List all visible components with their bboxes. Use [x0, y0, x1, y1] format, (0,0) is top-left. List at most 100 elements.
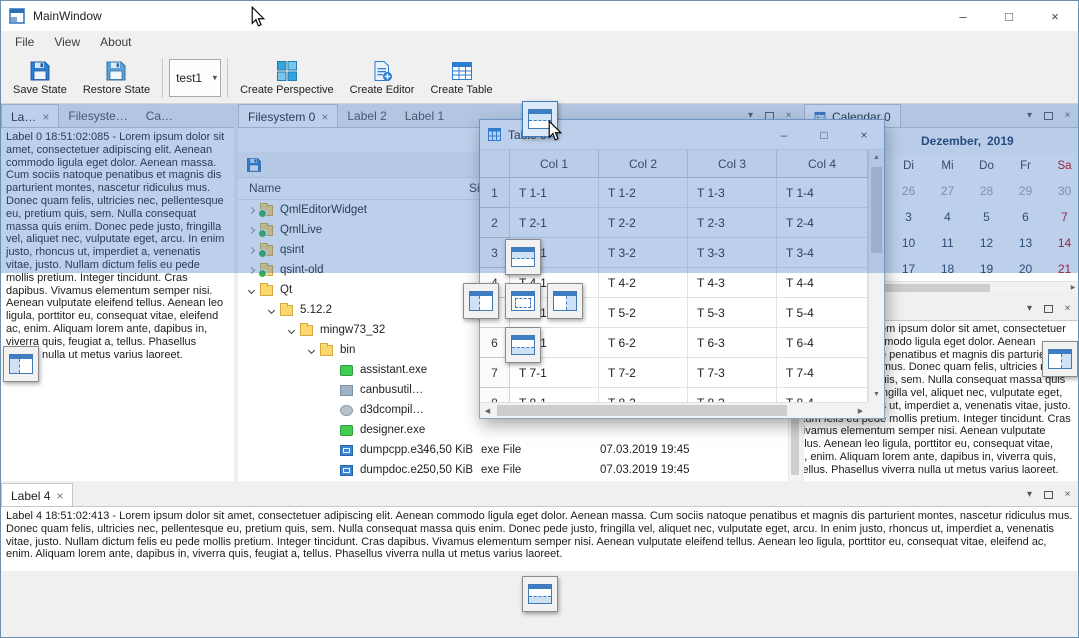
tab-close-icon[interactable]: × [42, 111, 49, 123]
calendar-day[interactable]: 29 [1006, 178, 1045, 204]
tab-filesystem-1[interactable]: Filesyste… [59, 104, 136, 127]
dock-close-button[interactable]: × [1058, 106, 1077, 125]
create-table-button[interactable]: Create Table [422, 55, 500, 101]
perspective-combobox[interactable]: test1 ▾ [169, 59, 221, 97]
table-horizontal-scrollbar[interactable]: ◀ ▶ [480, 402, 868, 418]
table-cell[interactable]: T 1-3 [688, 178, 777, 208]
scrollbar-thumb[interactable] [871, 167, 882, 253]
expand-icon[interactable] [244, 223, 258, 237]
table-cell[interactable]: T 5-3 [688, 298, 777, 328]
table-cell[interactable]: T 8-3 [688, 388, 777, 402]
tab-close-icon[interactable]: × [56, 490, 63, 502]
scroll-down-icon[interactable]: ▼ [869, 387, 884, 402]
drop-indicator-area-bottom[interactable] [505, 327, 541, 363]
table-cell[interactable]: T 1-1 [510, 178, 599, 208]
table-cell[interactable]: T 8-1 [510, 388, 599, 402]
table-cell[interactable]: T 5-2 [599, 298, 688, 328]
calendar-day[interactable]: 21 [1045, 256, 1079, 282]
scroll-left-icon[interactable]: ◀ [480, 403, 495, 418]
calendar-day[interactable]: 30 [1045, 178, 1079, 204]
dock-float-button[interactable] [1039, 106, 1058, 125]
minimize-button[interactable]: – [940, 1, 986, 31]
collapse-icon[interactable] [264, 303, 278, 317]
save-state-button[interactable]: Save State [5, 55, 75, 101]
calendar-day[interactable]: 20 [1006, 256, 1045, 282]
calendar-day[interactable]: 19 [967, 256, 1006, 282]
dock-menu-button[interactable]: ▾ [1020, 299, 1039, 318]
dock-float-button[interactable] [1039, 299, 1058, 318]
calendar-day[interactable]: 11 [928, 230, 967, 256]
tab-label-4[interactable]: Label 4 × [1, 483, 73, 507]
drop-indicator-window-top[interactable] [522, 101, 558, 137]
table-cell[interactable]: T 1-2 [599, 178, 688, 208]
collapse-icon[interactable] [244, 283, 258, 297]
expand-icon[interactable] [244, 203, 258, 217]
expand-icon[interactable] [244, 243, 258, 257]
close-button[interactable]: × [1032, 1, 1078, 31]
scroll-right-icon[interactable]: ▶ [853, 403, 868, 418]
calendar-day[interactable]: 7 [1045, 204, 1079, 230]
calendar-day[interactable]: 12 [967, 230, 1006, 256]
table-cell[interactable]: T 7-4 [777, 358, 868, 388]
table-cell[interactable]: T 2-3 [688, 208, 777, 238]
table-cell[interactable]: T 7-2 [599, 358, 688, 388]
column-header[interactable]: Col 2 [599, 150, 688, 178]
float-maximize-button[interactable]: □ [804, 120, 844, 149]
menu-about[interactable]: About [90, 32, 141, 52]
tree-row[interactable]: fixqt4head…6,37 KiBpl File07.03.2019 19:… [238, 480, 788, 481]
dock-menu-button[interactable]: ▾ [1020, 485, 1039, 504]
drop-indicator-window-left[interactable] [3, 346, 39, 382]
calendar-year-button[interactable]: 2019 [987, 128, 1014, 154]
table-cell[interactable]: T 4-3 [688, 268, 777, 298]
table-cell[interactable]: T 1-4 [777, 178, 868, 208]
row-header[interactable]: 8 [480, 388, 510, 402]
column-header[interactable]: Col 1 [510, 150, 599, 178]
calendar-day[interactable]: 14 [1045, 230, 1079, 256]
tab-label-2[interactable]: Label 2 [338, 104, 395, 127]
calendar-month-button[interactable]: Dezember, [921, 128, 981, 154]
scroll-up-icon[interactable]: ▲ [869, 150, 884, 165]
expand-icon[interactable] [244, 263, 258, 277]
restore-state-button[interactable]: Restore State [75, 55, 158, 101]
calendar-day[interactable]: 27 [928, 178, 967, 204]
dock-menu-button[interactable]: ▾ [1020, 106, 1039, 125]
create-perspective-button[interactable]: Create Perspective [232, 55, 342, 101]
table-cell[interactable]: T 5-4 [777, 298, 868, 328]
float-minimize-button[interactable]: – [764, 120, 804, 149]
dock-close-button[interactable]: × [1058, 299, 1077, 318]
tab-label-0[interactable]: La… × [1, 104, 59, 128]
table-cell[interactable]: T 6-2 [599, 328, 688, 358]
table-cell[interactable]: T 7-3 [688, 358, 777, 388]
scroll-right-icon[interactable]: ▶ [1066, 282, 1079, 293]
table-cell[interactable]: T 8-2 [599, 388, 688, 402]
calendar-day[interactable]: 10 [889, 230, 928, 256]
table-vertical-scrollbar[interactable]: ▲ ▼ [868, 150, 884, 402]
calendar-day[interactable]: 26 [889, 178, 928, 204]
tree-row[interactable]: dumpcpp.e…346,50 KiBexe File07.03.2019 1… [238, 440, 788, 460]
drop-indicator-area-left[interactable] [463, 283, 499, 319]
row-header[interactable]: 1 [480, 178, 510, 208]
table-cell[interactable]: T 2-4 [777, 208, 868, 238]
tree-row[interactable]: designer.exe [238, 420, 788, 440]
scrollbar-thumb[interactable] [497, 405, 787, 416]
table-cell[interactable]: T 2-1 [510, 208, 599, 238]
table-cell[interactable]: T 8-4 [777, 388, 868, 402]
column-header[interactable]: Col 4 [777, 150, 868, 178]
filesystem-save-button[interactable] [243, 154, 265, 176]
table-cell[interactable]: T 2-2 [599, 208, 688, 238]
drop-indicator-window-right[interactable] [1042, 341, 1078, 377]
column-header-name[interactable]: Name [249, 181, 281, 195]
row-header[interactable]: 2 [480, 208, 510, 238]
table-cell[interactable]: T 3-3 [688, 238, 777, 268]
table-cell[interactable]: T 3-2 [599, 238, 688, 268]
calendar-day[interactable]: 4 [928, 204, 967, 230]
drop-indicator-area-center[interactable] [505, 283, 541, 319]
table-cell[interactable]: T 6-4 [777, 328, 868, 358]
calendar-day[interactable]: 6 [1006, 204, 1045, 230]
dock-close-button[interactable]: × [1058, 485, 1077, 504]
tab-close-icon[interactable]: × [321, 111, 328, 123]
calendar-day[interactable]: 17 [889, 256, 928, 282]
table-cell[interactable]: T 4-2 [599, 268, 688, 298]
menu-view[interactable]: View [44, 32, 90, 52]
calendar-day[interactable]: 5 [967, 204, 1006, 230]
